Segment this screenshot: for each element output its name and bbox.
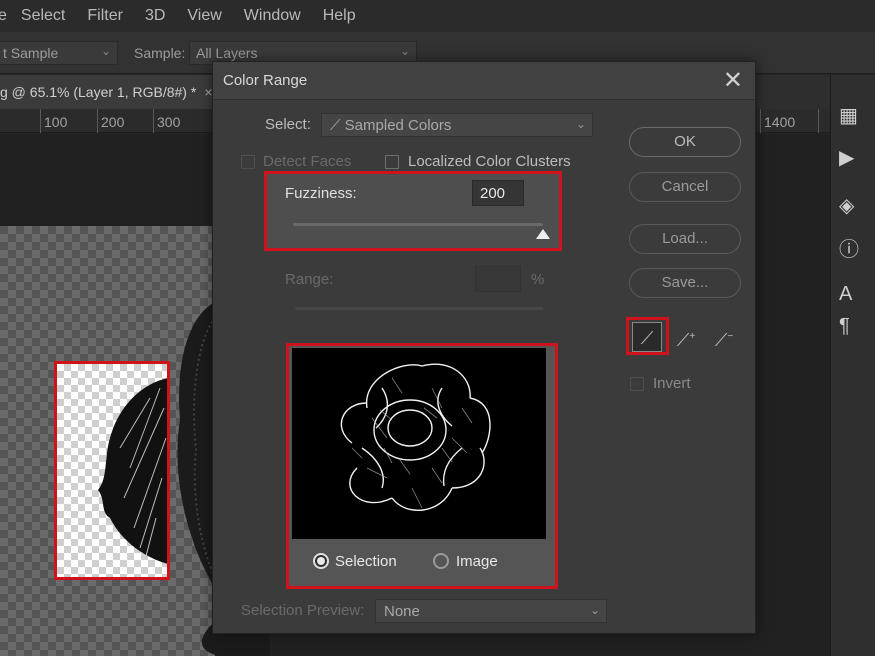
- range-input[interactable]: [475, 266, 521, 292]
- detect-faces-label: Detect Faces: [263, 153, 352, 170]
- sample-size-select[interactable]: t Sample ⌄: [0, 41, 118, 65]
- localized-clusters-checkbox[interactable]: [385, 155, 399, 169]
- select-value: Sampled Colors: [344, 117, 452, 134]
- selection-preview-dropdown[interactable]: None ⌄: [375, 599, 607, 623]
- sample-size-value: t Sample: [3, 45, 59, 61]
- cube-icon[interactable]: ◈: [839, 193, 854, 218]
- menu-bar: e Select Filter 3D View Window Help: [0, 0, 875, 32]
- right-panel-strip: ▦ ▶ ◈ ⓘ A ¶: [830, 75, 875, 656]
- selection-preview-label: Selection Preview:: [241, 602, 365, 619]
- sample-layers-value: All Layers: [196, 45, 258, 61]
- chevron-down-icon: ⌄: [589, 603, 600, 617]
- type-icon[interactable]: A: [839, 283, 852, 306]
- invert-label: Invert: [653, 375, 691, 392]
- menu-select[interactable]: Select: [21, 7, 65, 25]
- select-label: Select:: [265, 116, 311, 133]
- menu-window[interactable]: Window: [244, 7, 301, 25]
- eyedropper-minus-icon[interactable]: ⟋−: [709, 322, 739, 352]
- ruler-tick: 300: [157, 114, 181, 130]
- play-icon[interactable]: ▶: [839, 145, 854, 170]
- dialog-title: Color Range: [223, 72, 308, 89]
- save-button[interactable]: Save...: [629, 268, 741, 298]
- highlight-box-canvas: [54, 361, 170, 580]
- load-button[interactable]: Load...: [629, 224, 741, 254]
- ruler-tick: 1400: [764, 114, 796, 130]
- detect-faces-checkbox[interactable]: [241, 155, 255, 169]
- menu-3d[interactable]: 3D: [145, 7, 165, 25]
- ruler-tick: 100: [44, 114, 68, 130]
- menu-edit[interactable]: e: [0, 7, 7, 25]
- document-tab[interactable]: g @ 65.1% (Layer 1, RGB/8#) * ×: [0, 75, 213, 109]
- document-tab-title: g @ 65.1% (Layer 1, RGB/8#) *: [0, 84, 197, 100]
- range-slider-track[interactable]: [295, 307, 543, 310]
- ruler-tick: 200: [101, 114, 125, 130]
- chevron-down-icon: ⌄: [575, 117, 586, 131]
- selection-preview-value: None: [384, 603, 420, 620]
- info-icon[interactable]: ⓘ: [839, 233, 859, 262]
- dialog-title-bar: Color Range ✕: [213, 62, 755, 100]
- color-range-dialog: Color Range ✕ Select: ⟋ Sampled Colors ⌄…: [212, 61, 756, 634]
- cancel-button[interactable]: Cancel: [629, 172, 741, 202]
- range-label: Range:: [285, 271, 334, 288]
- ok-button[interactable]: OK: [629, 127, 741, 157]
- grid-icon[interactable]: ▦: [839, 103, 858, 128]
- paragraph-icon[interactable]: ¶: [839, 315, 850, 338]
- range-unit: %: [531, 271, 545, 288]
- select-dropdown[interactable]: ⟋ Sampled Colors ⌄: [321, 113, 593, 137]
- localized-clusters-label: Localized Color Clusters: [408, 153, 571, 170]
- highlight-box-fuzziness: [264, 171, 562, 251]
- eyedropper-plus-icon[interactable]: ⟋+: [671, 322, 701, 352]
- highlight-box-preview: [286, 343, 558, 589]
- close-icon[interactable]: ✕: [723, 66, 743, 95]
- eyedropper-icon: ⟋: [330, 117, 345, 134]
- menu-view[interactable]: View: [187, 7, 221, 25]
- menu-help[interactable]: Help: [323, 7, 356, 25]
- menu-filter[interactable]: Filter: [87, 7, 123, 25]
- chevron-down-icon: ⌄: [399, 44, 410, 58]
- highlight-box-eyedropper: [626, 317, 669, 355]
- chevron-down-icon: ⌄: [100, 44, 111, 58]
- invert-checkbox[interactable]: [630, 377, 644, 391]
- sample-label: Sample:: [134, 45, 186, 61]
